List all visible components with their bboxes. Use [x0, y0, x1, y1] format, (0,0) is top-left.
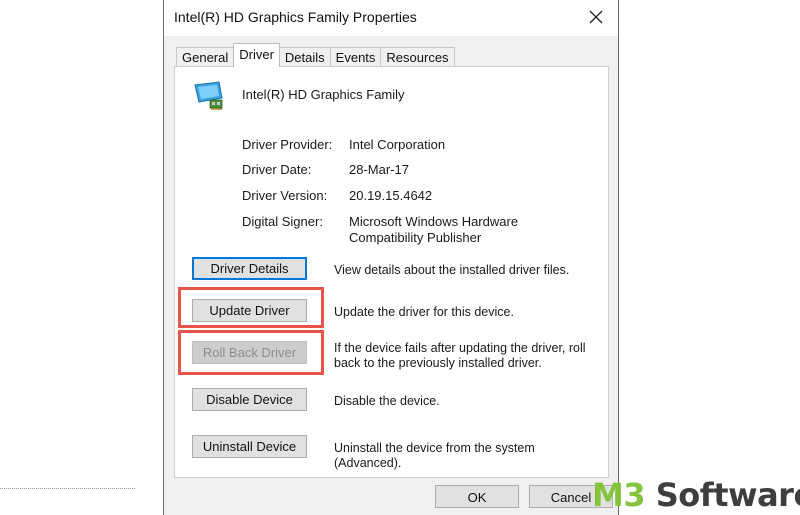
tab-general[interactable]: General [176, 47, 235, 67]
brand-watermark: M3 Software [592, 476, 800, 514]
close-button[interactable] [582, 4, 610, 30]
driver-tab-panel: Intel(R) HD Graphics Family Driver Provi… [174, 66, 609, 478]
disable-device-button[interactable]: Disable Device [192, 388, 307, 411]
tab-driver[interactable]: Driver [233, 43, 280, 67]
update-driver-description: Update the driver for this device. [334, 305, 514, 319]
properties-dialog: Intel(R) HD Graphics Family Properties G… [163, 0, 619, 515]
driver-provider-value: Intel Corporation [349, 137, 446, 152]
roll-back-driver-description: If the device fails after updating the d… [334, 341, 586, 370]
close-icon [589, 10, 603, 24]
tab-details[interactable]: Details [278, 47, 331, 67]
digital-signer-value: Microsoft Windows Hardware Compatibility… [349, 214, 519, 245]
uninstall-device-button[interactable]: Uninstall Device [192, 435, 307, 458]
ok-button[interactable]: OK [435, 485, 519, 508]
display-adapter-icon [194, 81, 223, 110]
window-title: Intel(R) HD Graphics Family Properties [174, 9, 417, 25]
brand-suffix: Software [645, 476, 800, 514]
driver-version-label: Driver Version: [242, 188, 328, 203]
brand-prefix: M3 [592, 476, 646, 514]
disable-device-description: Disable the device. [334, 394, 440, 408]
driver-date-value: 28-Mar-17 [349, 162, 409, 177]
tab-strip: General Driver Details Events Resources [176, 43, 455, 67]
title-bar: Intel(R) HD Graphics Family Properties [164, 0, 618, 36]
driver-provider-label: Driver Provider: [242, 137, 333, 152]
driver-version-value: 20.19.15.4642 [349, 188, 433, 203]
tab-resources[interactable]: Resources [380, 47, 455, 67]
digital-signer-label: Digital Signer: [242, 214, 323, 229]
driver-details-button[interactable]: Driver Details [192, 257, 307, 280]
roll-back-driver-button[interactable]: Roll Back Driver [192, 341, 307, 364]
tab-events[interactable]: Events [329, 47, 382, 67]
page-divider-line [0, 488, 135, 489]
device-name: Intel(R) HD Graphics Family [242, 87, 405, 102]
driver-details-description: View details about the installed driver … [334, 263, 570, 277]
driver-date-label: Driver Date: [242, 162, 312, 177]
uninstall-device-description: Uninstall the device from the system (Ad… [334, 441, 535, 470]
update-driver-button[interactable]: Update Driver [192, 299, 307, 322]
